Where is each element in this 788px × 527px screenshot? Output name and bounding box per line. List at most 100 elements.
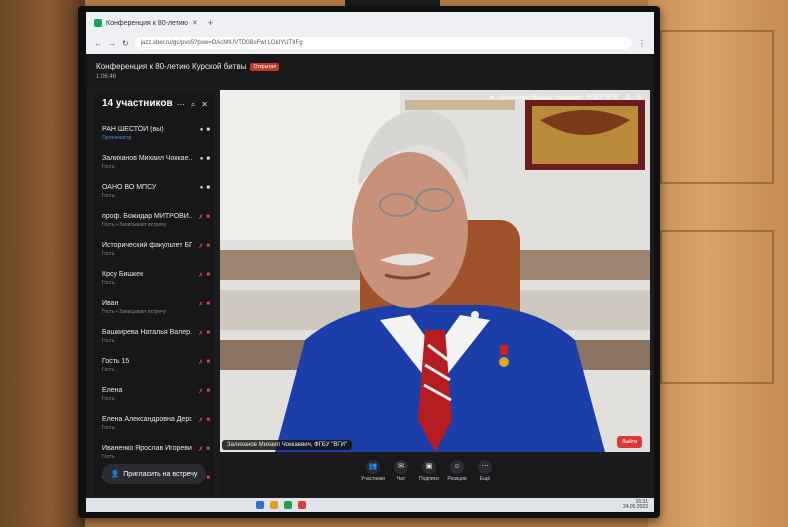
address-bar-row: ← → ↻ jazz.sber.ru/gc/pvo5?psw=OAcMIUVTD… xyxy=(94,36,646,50)
forward-icon[interactable]: → xyxy=(108,39,116,48)
participants-tools: ⋯ ⌕ ✕ xyxy=(177,100,208,110)
more-button[interactable]: ⋯ Ещё xyxy=(472,460,498,482)
camera-status-icon: ■ xyxy=(206,243,210,249)
mic-on-icon: ● xyxy=(199,185,204,191)
mic-off-icon: ✗ xyxy=(198,215,204,221)
participant-role: Гость xyxy=(102,454,115,460)
mic-off-icon: ✗ xyxy=(198,244,204,250)
participant-item[interactable]: Крсу Бишкек Гость ✗ ■ xyxy=(102,271,210,300)
more-icon: ⋯ xyxy=(478,460,492,474)
captions-button-label: Подписи xyxy=(419,476,439,482)
sber-favicon-icon xyxy=(94,19,102,27)
speaker-top-bar: ● Залиханов Михаил Чоккаевич, ФГБУ "ВГИ"… xyxy=(489,94,642,102)
add-user-icon: 👤 xyxy=(110,471,120,478)
windows-start-icon[interactable] xyxy=(256,501,264,509)
participant-status: ✗■ xyxy=(198,301,210,308)
participant-name: Крсу Бишкек xyxy=(102,271,144,278)
participant-status: ✗■ xyxy=(198,272,210,279)
captions-icon: ▣ xyxy=(422,460,436,474)
camera-status-icon: ■ xyxy=(206,475,210,481)
meeting-toolbar: Выйти 👥 Участники ✉ Чат ▣ Подписи ☺ Реак… xyxy=(220,436,650,496)
participant-role: Гость xyxy=(102,425,115,431)
reactions-button-label: Реакции xyxy=(447,476,467,482)
camera-status-icon: ■ xyxy=(206,301,210,307)
participant-role: Гость xyxy=(102,396,115,402)
explorer-icon[interactable] xyxy=(270,501,278,509)
participant-name: Гость 15 xyxy=(102,358,130,365)
more-icon[interactable]: ⋯ xyxy=(177,100,185,110)
participant-status: ✗■ xyxy=(198,446,210,453)
participant-status: ✗■ xyxy=(198,388,210,395)
participant-name: Иван xyxy=(102,300,119,307)
settings-icon[interactable]: ⚙ xyxy=(637,94,642,101)
leave-button[interactable]: Выйти xyxy=(617,436,642,448)
participants-panel: 14 участников ⋯ ⌕ ✕ РАН ШЕСТОЙ (вы) Орган… xyxy=(94,92,214,496)
tray-date: 24.05.2023 xyxy=(622,504,648,510)
participant-item[interactable]: РАН ШЕСТОЙ (вы) Организатор ● ■ xyxy=(102,126,210,155)
conference-title-row: Конференция к 80-летию Курской битвы Отк… xyxy=(96,62,279,71)
speaker-name-label: Залиханов Михаил Чоккаевич, ФГБУ "ВГИ" xyxy=(222,440,353,450)
participant-status: ✗■ xyxy=(198,214,210,221)
speaker-name-top: Залиханов Михаил Чоккаевич, ФГБУ "ВГИ" xyxy=(499,94,620,101)
participant-role: Гость • Записывает встречу xyxy=(102,309,167,315)
participant-item[interactable]: Гость 15 Гость ✗ ■ xyxy=(102,358,210,387)
speaker-video-frame xyxy=(220,90,650,452)
participant-name: Елена xyxy=(102,387,123,394)
back-icon[interactable]: ← xyxy=(94,39,102,48)
participant-role: Гость xyxy=(102,251,115,257)
url-input[interactable]: jazz.sber.ru/gc/pvo5?psw=OAcMIUVTD0BsFwl… xyxy=(134,37,632,49)
participant-item[interactable]: Елена Александровна Дерг... Гость ✗ ■ xyxy=(102,416,210,445)
app-icon[interactable] xyxy=(298,501,306,509)
wall-panel xyxy=(660,30,774,184)
participant-role: Гость xyxy=(102,164,115,170)
participant-status: ● ■ xyxy=(200,156,210,162)
invite-label: Пригласить на встречу xyxy=(123,470,198,478)
participant-name: ОАНО ВО МПСУ xyxy=(102,184,157,191)
browser-tab[interactable]: Конференция к 80-летию ✕ + xyxy=(94,16,213,30)
participants-button[interactable]: 👥 Участники xyxy=(360,460,386,482)
room-wall-left xyxy=(0,0,85,527)
mic-on-icon: ● xyxy=(199,127,204,133)
captions-button[interactable]: ▣ Подписи xyxy=(416,460,442,482)
close-icon[interactable]: ✕ xyxy=(192,19,198,27)
camera-status-icon: ■ xyxy=(206,446,210,452)
mic-icon: ● xyxy=(489,94,494,101)
wall-panel xyxy=(660,230,774,384)
search-icon[interactable]: ⌕ xyxy=(191,100,195,110)
participant-name: Залиханов Михаил Чоккае... xyxy=(102,155,192,162)
menu-icon[interactable]: ⋮ xyxy=(638,39,646,48)
reload-icon[interactable]: ↻ xyxy=(122,39,129,48)
camera-status-icon: ■ xyxy=(206,359,210,365)
participant-name: Иваненко Ярослав Игоревич xyxy=(102,445,192,452)
system-tray: 16:31 24.05.2023 xyxy=(623,500,648,510)
mic-off-icon: ✗ xyxy=(198,273,204,279)
mic-on-icon: ● xyxy=(199,156,204,162)
close-icon[interactable]: ✕ xyxy=(201,100,208,110)
participant-role: Гость xyxy=(102,280,115,286)
room-wall-right xyxy=(648,0,788,527)
os-taskbar: 16:31 24.05.2023 xyxy=(86,498,654,512)
participant-item[interactable]: Залиханов Михаил Чоккае... Гость ● ■ xyxy=(102,155,210,184)
participant-item[interactable]: Башкирева Наталья Валер... Гость ✗ ■ xyxy=(102,329,210,358)
speaker-video: ● Залиханов Михаил Чоккаевич, ФГБУ "ВГИ"… xyxy=(220,90,650,452)
participants-button-label: Участники xyxy=(361,476,385,482)
participant-item[interactable]: Исторический факультет БГУ Гость ✗ ■ xyxy=(102,242,210,271)
participant-name: РАН ШЕСТОЙ (вы) xyxy=(102,126,164,133)
participant-item[interactable]: проф. Божидар МИТРОВИ... Гость • Записыва… xyxy=(102,213,210,242)
pin-icon[interactable]: ⊡ xyxy=(626,94,631,101)
participant-item[interactable]: ОАНО ВО МПСУ Гость ● ■ xyxy=(102,184,210,213)
chrome-icon[interactable] xyxy=(284,501,292,509)
reactions-button[interactable]: ☺ Реакции xyxy=(444,460,470,482)
camera-status-icon: ■ xyxy=(206,214,210,220)
participant-name: Елена Александровна Дерг... xyxy=(102,416,192,423)
participant-item[interactable]: Елена Гость ✗ ■ xyxy=(102,387,210,416)
participant-role: Гость xyxy=(102,338,115,344)
participant-role: Гость xyxy=(102,193,115,199)
participant-status: ✗■ xyxy=(198,417,210,424)
camera-status-icon: ■ xyxy=(206,417,210,423)
chat-button[interactable]: ✉ Чат xyxy=(388,460,414,482)
new-tab-icon[interactable]: + xyxy=(208,18,213,28)
participant-item[interactable]: Иван Гость • Записывает встречу ✗ ■ xyxy=(102,300,210,329)
invite-button[interactable]: 👤 Пригласить на встречу xyxy=(102,464,206,484)
participants-count: 14 участников xyxy=(102,98,173,109)
